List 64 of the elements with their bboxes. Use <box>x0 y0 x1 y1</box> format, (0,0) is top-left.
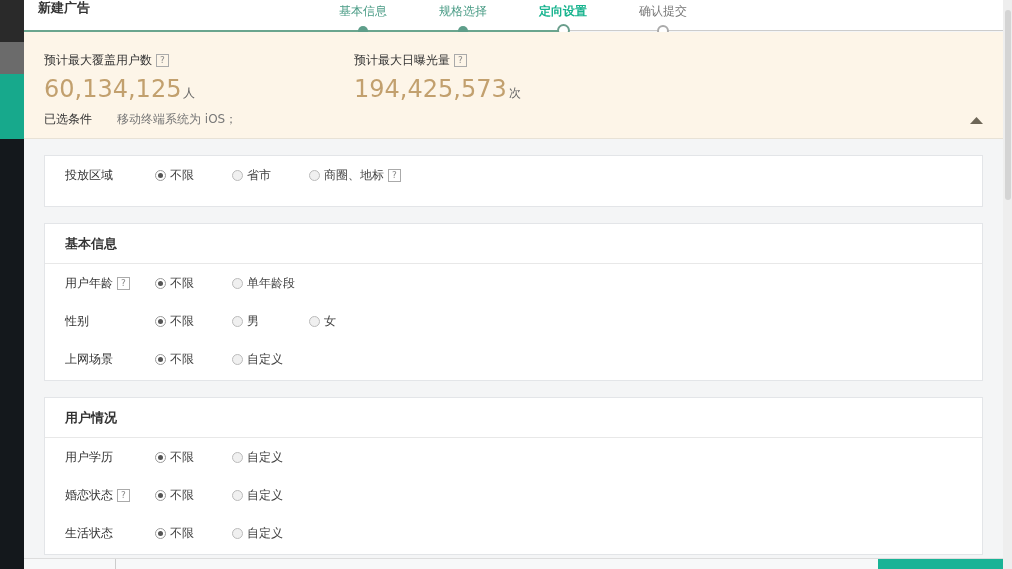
option-label[interactable]: 省市 <box>247 166 271 184</box>
metric-value: 60,134,125 <box>44 75 182 103</box>
radio-button[interactable] <box>155 277 166 289</box>
option-label[interactable]: 自定义 <box>247 350 283 368</box>
footer-button[interactable] <box>878 559 1003 569</box>
field-label: 上网场景 <box>65 350 113 368</box>
option-label[interactable]: 不限 <box>170 274 194 292</box>
field-label: 生活状态 <box>65 524 113 542</box>
conditions-label: 已选条件 <box>44 111 92 128</box>
option-label[interactable]: 商圈、地标 <box>324 166 384 184</box>
option-label[interactable]: 自定义 <box>247 524 283 542</box>
metric-label: 预计最大日曝光量 <box>354 52 450 69</box>
section-title: 基本信息 <box>45 224 982 264</box>
metric-unit: 人 <box>183 85 196 102</box>
window-title: 新建广告 <box>37 0 90 17</box>
option-label[interactable]: 不限 <box>170 448 194 466</box>
metric-label: 预计最大覆盖用户数 <box>44 52 152 69</box>
radio-button[interactable] <box>155 315 166 327</box>
field-label: 投放区域 <box>65 166 113 184</box>
sidebar-active-item[interactable] <box>0 74 24 139</box>
radio-button[interactable] <box>155 527 166 539</box>
option-label[interactable]: 不限 <box>170 350 194 368</box>
radio-button[interactable] <box>309 315 320 327</box>
step-label[interactable]: 确认提交 <box>639 4 687 18</box>
section-title: 用户情况 <box>45 398 982 438</box>
help-icon[interactable]: ? <box>117 276 130 290</box>
radio-button[interactable] <box>232 169 243 181</box>
help-icon[interactable]: ? <box>117 488 130 502</box>
option-label[interactable]: 自定义 <box>247 448 283 466</box>
radio-button[interactable] <box>155 451 166 463</box>
option-label[interactable]: 不限 <box>170 312 194 330</box>
metric-unit: 次 <box>508 85 521 102</box>
radio-button[interactable] <box>232 527 243 539</box>
radio-button[interactable] <box>155 489 166 501</box>
collapse-icon[interactable] <box>970 117 983 124</box>
step-label[interactable]: 规格选择 <box>439 4 487 18</box>
step-label[interactable]: 基本信息 <box>339 4 387 18</box>
metric-value: 194,425,573 <box>354 75 507 103</box>
option-label[interactable]: 不限 <box>170 486 194 504</box>
radio-button[interactable] <box>232 489 243 501</box>
help-icon[interactable]: ? <box>156 54 169 67</box>
radio-button[interactable] <box>155 169 166 181</box>
option-label[interactable]: 男 <box>247 312 259 330</box>
help-icon[interactable]: ? <box>388 168 401 182</box>
scrollbar-thumb[interactable] <box>1004 10 1011 200</box>
sidebar-header <box>0 0 24 42</box>
radio-button[interactable] <box>232 353 243 365</box>
option-label[interactable]: 自定义 <box>247 486 283 504</box>
field-label: 用户年龄 <box>65 274 113 292</box>
radio-button[interactable] <box>232 315 243 327</box>
field-label: 用户学历 <box>65 448 113 466</box>
sidebar-item[interactable] <box>0 42 24 74</box>
option-label[interactable]: 单年龄段 <box>247 274 295 292</box>
radio-button[interactable] <box>309 169 320 181</box>
option-label[interactable]: 女 <box>324 312 336 330</box>
radio-button[interactable] <box>155 353 166 365</box>
radio-button[interactable] <box>232 451 243 463</box>
help-icon[interactable]: ? <box>454 54 467 67</box>
radio-button[interactable] <box>232 277 243 289</box>
option-label[interactable]: 不限 <box>170 524 194 542</box>
field-label: 性别 <box>65 312 89 330</box>
field-label: 婚恋状态 <box>65 486 113 504</box>
option-label[interactable]: 不限 <box>170 166 194 184</box>
conditions-text: 移动终端系统为 iOS； <box>117 111 238 128</box>
